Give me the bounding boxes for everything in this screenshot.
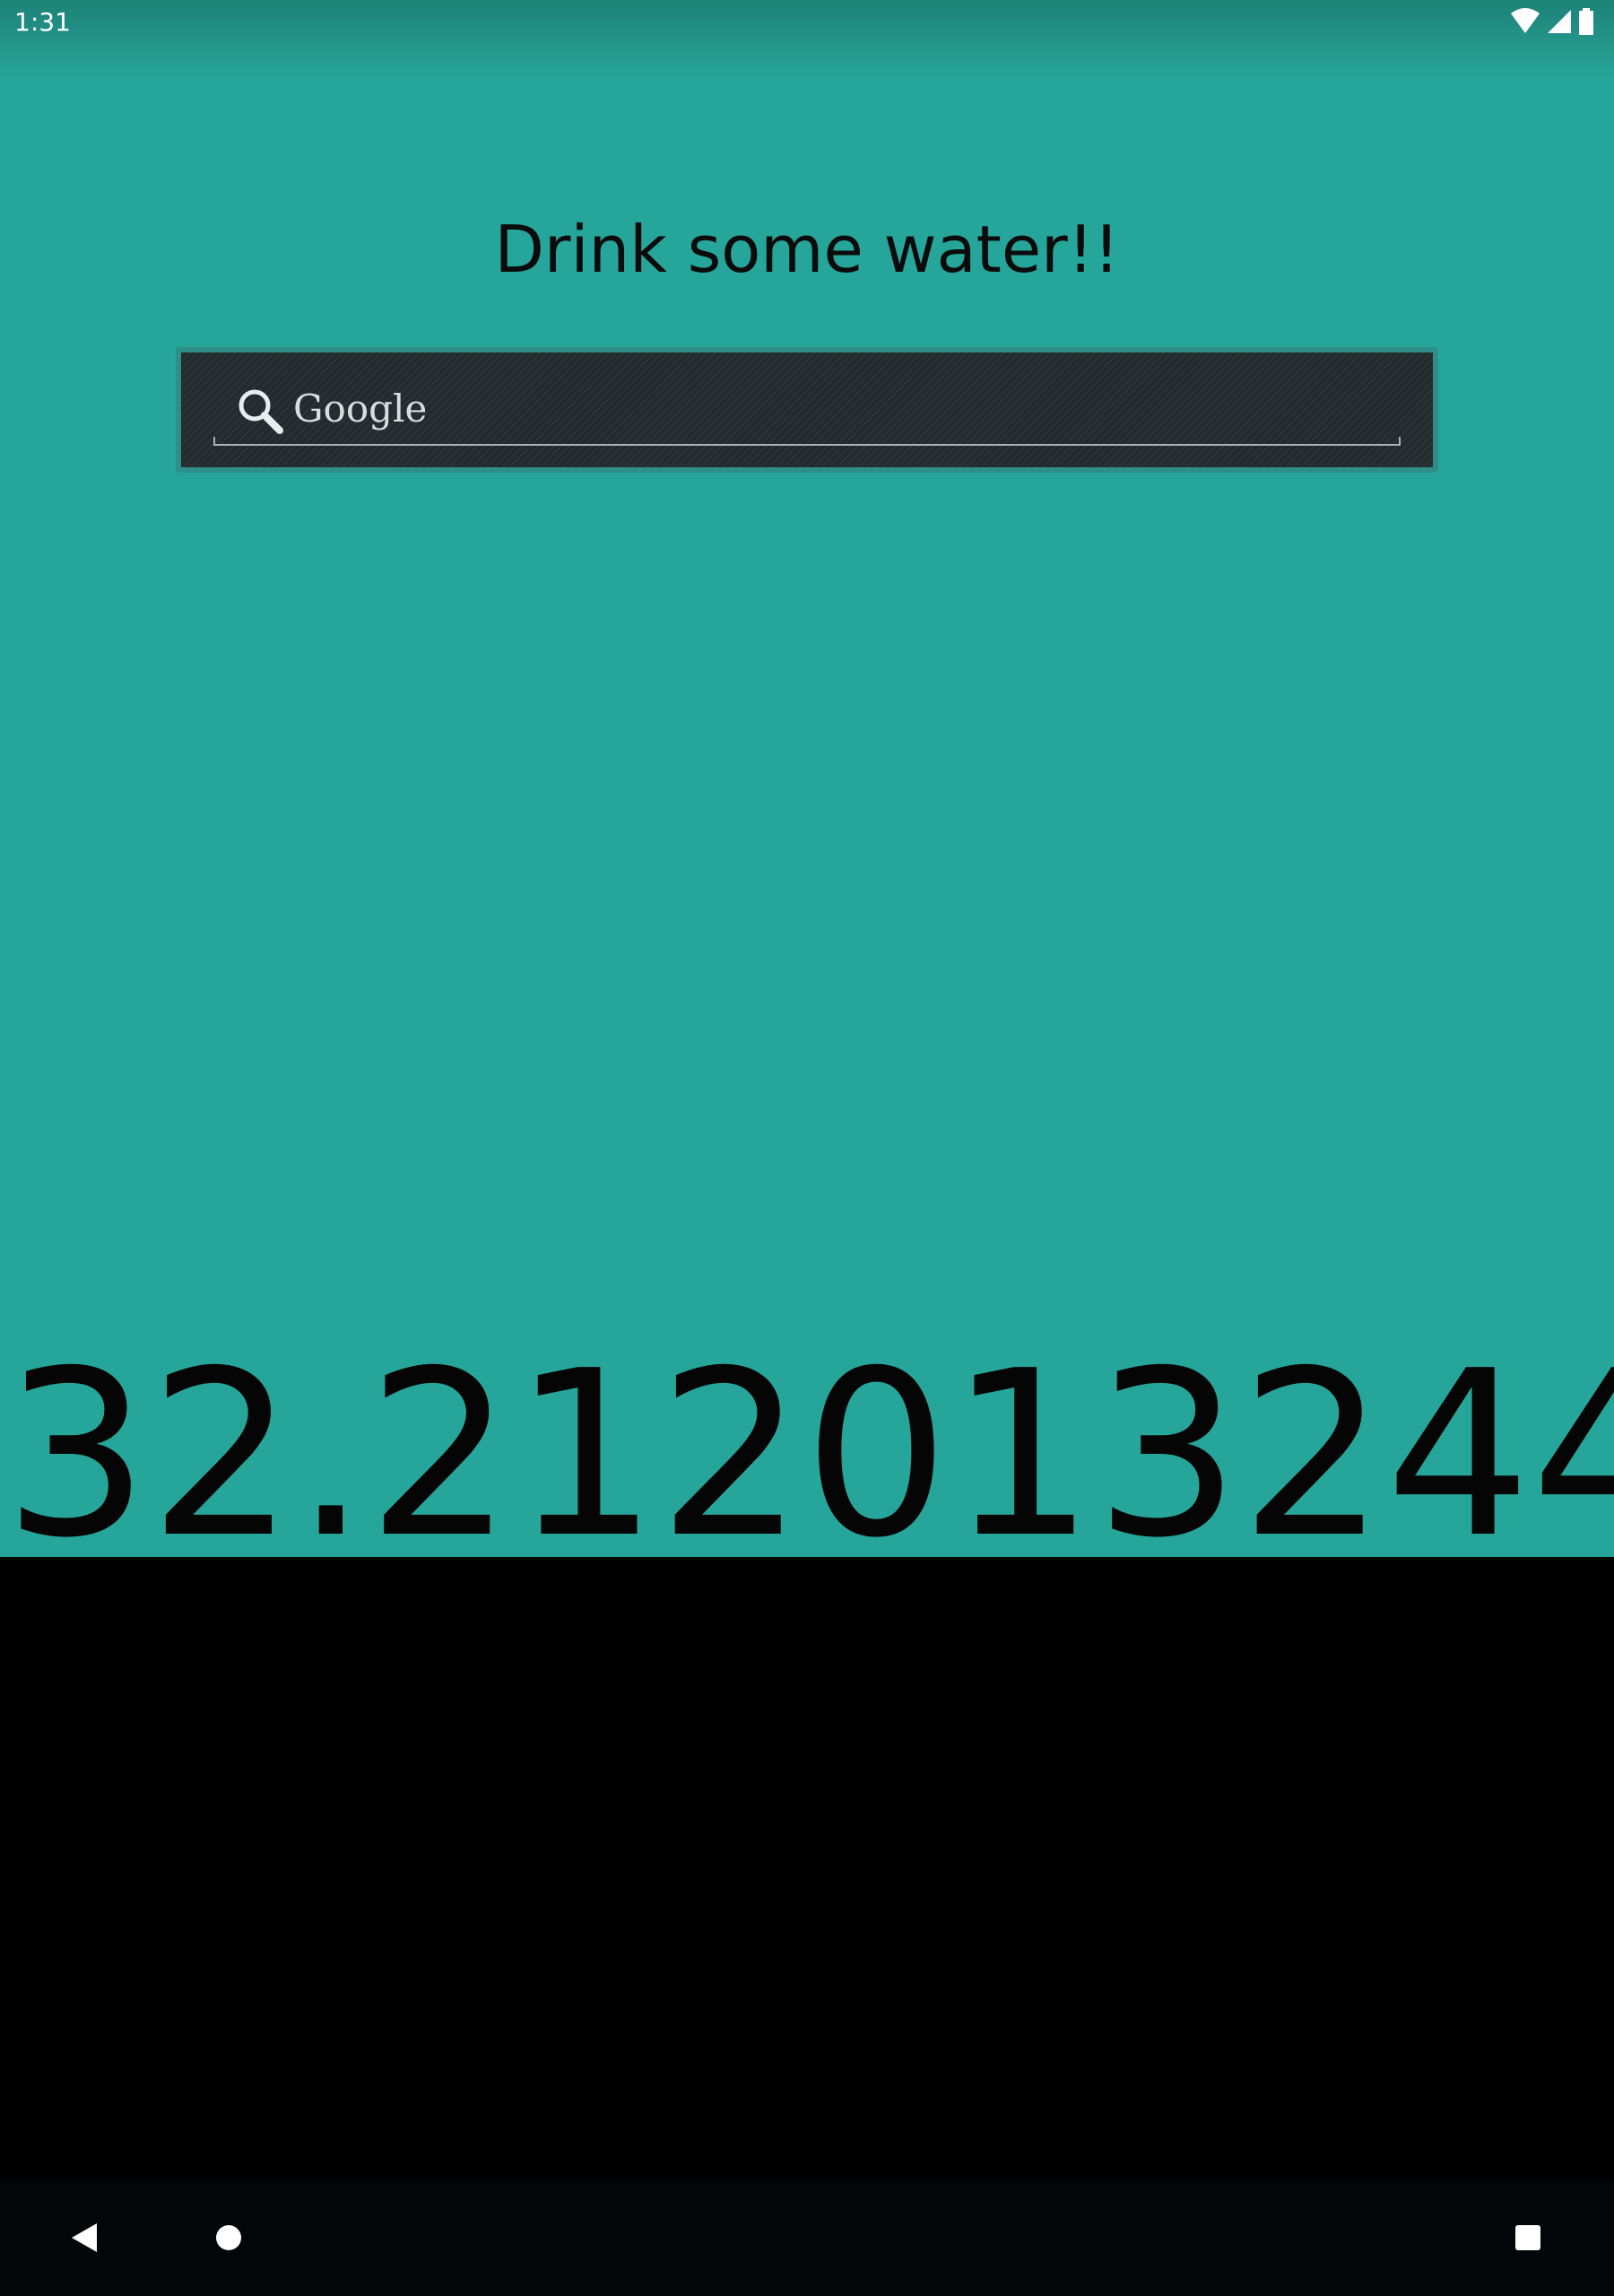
navigation-bar bbox=[0, 2179, 1614, 2296]
search-underline bbox=[213, 437, 1401, 446]
recents-icon bbox=[1515, 2225, 1540, 2250]
search-brand-label: Google bbox=[293, 387, 428, 430]
status-bar: 1:31 bbox=[0, 0, 1614, 81]
home-button[interactable] bbox=[175, 2179, 282, 2296]
status-icons bbox=[1510, 7, 1594, 36]
app-screen: 1:31 Drink some water!! Google 32.212013… bbox=[0, 0, 1614, 1557]
cellular-signal-icon bbox=[1548, 10, 1571, 33]
google-search-widget[interactable]: Google bbox=[176, 347, 1438, 473]
status-time: 1:31 bbox=[14, 7, 71, 37]
home-icon bbox=[216, 2225, 241, 2250]
page-title: Drink some water!! bbox=[494, 212, 1120, 287]
value-display: 32.21201324462 bbox=[4, 1322, 1614, 1557]
battery-icon bbox=[1579, 8, 1593, 35]
recents-button[interactable] bbox=[1474, 2179, 1582, 2296]
wifi-icon bbox=[1511, 8, 1540, 33]
back-icon bbox=[72, 2223, 97, 2252]
back-button[interactable] bbox=[30, 2179, 138, 2296]
search-icon bbox=[239, 389, 283, 434]
